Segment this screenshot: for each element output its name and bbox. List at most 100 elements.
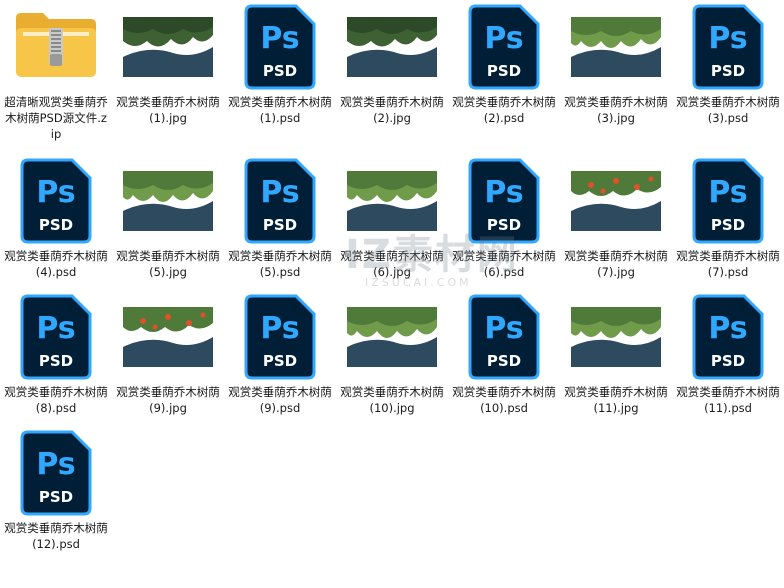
file-item[interactable]: 观赏类垂荫乔木树荫 (7).jpg <box>560 158 672 280</box>
file-item[interactable]: 观赏类垂荫乔木树荫 (9).jpg <box>112 294 224 416</box>
file-item[interactable]: 超清晰观赏类垂荫乔木树荫PSD源文件.zip <box>0 4 112 142</box>
file-name: 观赏类垂荫乔木树荫 (7).psd <box>676 249 780 279</box>
photoshop-psd-icon: Ps PSD <box>224 158 336 244</box>
file-item[interactable]: 观赏类垂荫乔木树荫 (6).jpg <box>336 158 448 280</box>
photoshop-psd-icon: Ps PSD <box>244 294 316 380</box>
file-name: 观赏类垂荫乔木树荫 (9).psd <box>228 385 332 415</box>
photoshop-psd-icon: Ps PSD <box>672 158 784 244</box>
file-name: 观赏类垂荫乔木树荫 (7).jpg <box>564 249 668 279</box>
file-item[interactable]: Ps PSD 观赏类垂荫乔木树荫 (5).psd <box>224 158 336 280</box>
svg-text:PSD: PSD <box>711 216 745 234</box>
photoshop-psd-icon: Ps PSD <box>0 294 112 380</box>
file-name: 观赏类垂荫乔木树荫 (6).psd <box>452 249 556 279</box>
jpg-preview <box>571 17 661 77</box>
file-item[interactable]: Ps PSD 观赏类垂荫乔木树荫 (3).psd <box>672 4 784 126</box>
file-item[interactable]: 观赏类垂荫乔木树荫 (1).jpg <box>112 4 224 126</box>
file-item[interactable]: Ps PSD 观赏类垂荫乔木树荫 (2).psd <box>448 4 560 126</box>
image-thumbnail <box>560 158 672 244</box>
svg-text:PSD: PSD <box>711 352 745 370</box>
svg-text:Ps: Ps <box>484 21 523 56</box>
photoshop-psd-icon: Ps PSD <box>20 158 92 244</box>
file-name: 观赏类垂荫乔木树荫 (3).psd <box>676 95 780 125</box>
file-item[interactable]: 观赏类垂荫乔木树荫 (5).jpg <box>112 158 224 280</box>
jpg-preview <box>571 171 661 231</box>
photoshop-psd-icon: Ps PSD <box>20 294 92 380</box>
file-grid: 超清晰观赏类垂荫乔木树荫PSD源文件.zip 观赏类垂荫乔木树荫 (1).jpg… <box>0 0 784 588</box>
svg-text:PSD: PSD <box>39 216 73 234</box>
svg-text:Ps: Ps <box>484 311 523 346</box>
file-item[interactable]: Ps PSD 观赏类垂荫乔木树荫 (8).psd <box>0 294 112 416</box>
photoshop-psd-icon: Ps PSD <box>672 294 784 380</box>
file-name: 观赏类垂荫乔木树荫 (10).jpg <box>340 385 444 415</box>
photoshop-psd-icon: Ps PSD <box>0 430 112 516</box>
photoshop-psd-icon: Ps PSD <box>448 4 560 90</box>
photoshop-psd-icon: Ps PSD <box>468 294 540 380</box>
photoshop-psd-icon: Ps PSD <box>692 158 764 244</box>
svg-text:Ps: Ps <box>260 311 299 346</box>
svg-text:PSD: PSD <box>263 62 297 80</box>
file-item[interactable]: Ps PSD 观赏类垂荫乔木树荫 (9).psd <box>224 294 336 416</box>
image-thumbnail <box>336 4 448 90</box>
file-name: 观赏类垂荫乔木树荫 (10).psd <box>452 385 556 415</box>
file-name: 观赏类垂荫乔木树荫 (5).jpg <box>116 249 220 279</box>
file-name: 观赏类垂荫乔木树荫 (2).psd <box>452 95 556 125</box>
jpg-preview <box>571 307 661 367</box>
photoshop-psd-icon: Ps PSD <box>468 4 540 90</box>
file-item[interactable]: 观赏类垂荫乔木树荫 (2).jpg <box>336 4 448 126</box>
photoshop-psd-icon: Ps PSD <box>672 4 784 90</box>
svg-text:Ps: Ps <box>36 175 75 210</box>
svg-text:PSD: PSD <box>487 352 521 370</box>
file-name: 观赏类垂荫乔木树荫 (3).jpg <box>564 95 668 125</box>
file-name: 观赏类垂荫乔木树荫 (11).psd <box>676 385 780 415</box>
photoshop-psd-icon: Ps PSD <box>448 294 560 380</box>
svg-text:PSD: PSD <box>39 352 73 370</box>
svg-text:Ps: Ps <box>260 21 299 56</box>
jpg-preview <box>347 171 437 231</box>
file-item[interactable]: Ps PSD 观赏类垂荫乔木树荫 (11).psd <box>672 294 784 416</box>
photoshop-psd-icon: Ps PSD <box>448 158 560 244</box>
image-thumbnail <box>560 294 672 380</box>
file-item[interactable]: Ps PSD 观赏类垂荫乔木树荫 (4).psd <box>0 158 112 280</box>
jpg-preview <box>347 17 437 77</box>
image-thumbnail <box>560 4 672 90</box>
file-name: 观赏类垂荫乔木树荫 (6).jpg <box>340 249 444 279</box>
file-name: 观赏类垂荫乔木树荫 (9).jpg <box>116 385 220 415</box>
file-item[interactable]: 观赏类垂荫乔木树荫 (11).jpg <box>560 294 672 416</box>
svg-text:Ps: Ps <box>260 175 299 210</box>
svg-text:Ps: Ps <box>708 21 747 56</box>
svg-text:PSD: PSD <box>711 62 745 80</box>
file-name: 观赏类垂荫乔木树荫 (1).psd <box>228 95 332 125</box>
photoshop-psd-icon: Ps PSD <box>0 158 112 244</box>
svg-text:PSD: PSD <box>263 352 297 370</box>
image-thumbnail <box>112 4 224 90</box>
file-item[interactable]: 观赏类垂荫乔木树荫 (10).jpg <box>336 294 448 416</box>
file-item[interactable]: Ps PSD 观赏类垂荫乔木树荫 (10).psd <box>448 294 560 416</box>
image-thumbnail <box>112 158 224 244</box>
photoshop-psd-icon: Ps PSD <box>244 4 316 90</box>
file-name: 观赏类垂荫乔木树荫 (12).psd <box>4 521 108 551</box>
file-name: 观赏类垂荫乔木树荫 (2).jpg <box>340 95 444 125</box>
image-thumbnail <box>336 294 448 380</box>
file-item[interactable]: Ps PSD 观赏类垂荫乔木树荫 (6).psd <box>448 158 560 280</box>
svg-text:Ps: Ps <box>484 175 523 210</box>
svg-text:Ps: Ps <box>36 447 75 482</box>
file-name: 观赏类垂荫乔木树荫 (1).jpg <box>116 95 220 125</box>
zip-folder-icon <box>13 10 99 84</box>
photoshop-psd-icon: Ps PSD <box>244 158 316 244</box>
file-item[interactable]: Ps PSD 观赏类垂荫乔木树荫 (12).psd <box>0 430 112 552</box>
image-thumbnail <box>336 158 448 244</box>
file-item[interactable]: Ps PSD 观赏类垂荫乔木树荫 (7).psd <box>672 158 784 280</box>
svg-text:Ps: Ps <box>708 311 747 346</box>
photoshop-psd-icon: Ps PSD <box>224 4 336 90</box>
photoshop-psd-icon: Ps PSD <box>468 158 540 244</box>
file-item[interactable]: 观赏类垂荫乔木树荫 (3).jpg <box>560 4 672 126</box>
file-name: 观赏类垂荫乔木树荫 (5).psd <box>228 249 332 279</box>
svg-text:PSD: PSD <box>487 62 521 80</box>
file-name: 观赏类垂荫乔木树荫 (8).psd <box>4 385 108 415</box>
jpg-preview <box>347 307 437 367</box>
file-item[interactable]: Ps PSD 观赏类垂荫乔木树荫 (1).psd <box>224 4 336 126</box>
svg-text:Ps: Ps <box>36 311 75 346</box>
image-thumbnail <box>112 294 224 380</box>
photoshop-psd-icon: Ps PSD <box>20 430 92 516</box>
file-name: 观赏类垂荫乔木树荫 (4).psd <box>4 249 108 279</box>
